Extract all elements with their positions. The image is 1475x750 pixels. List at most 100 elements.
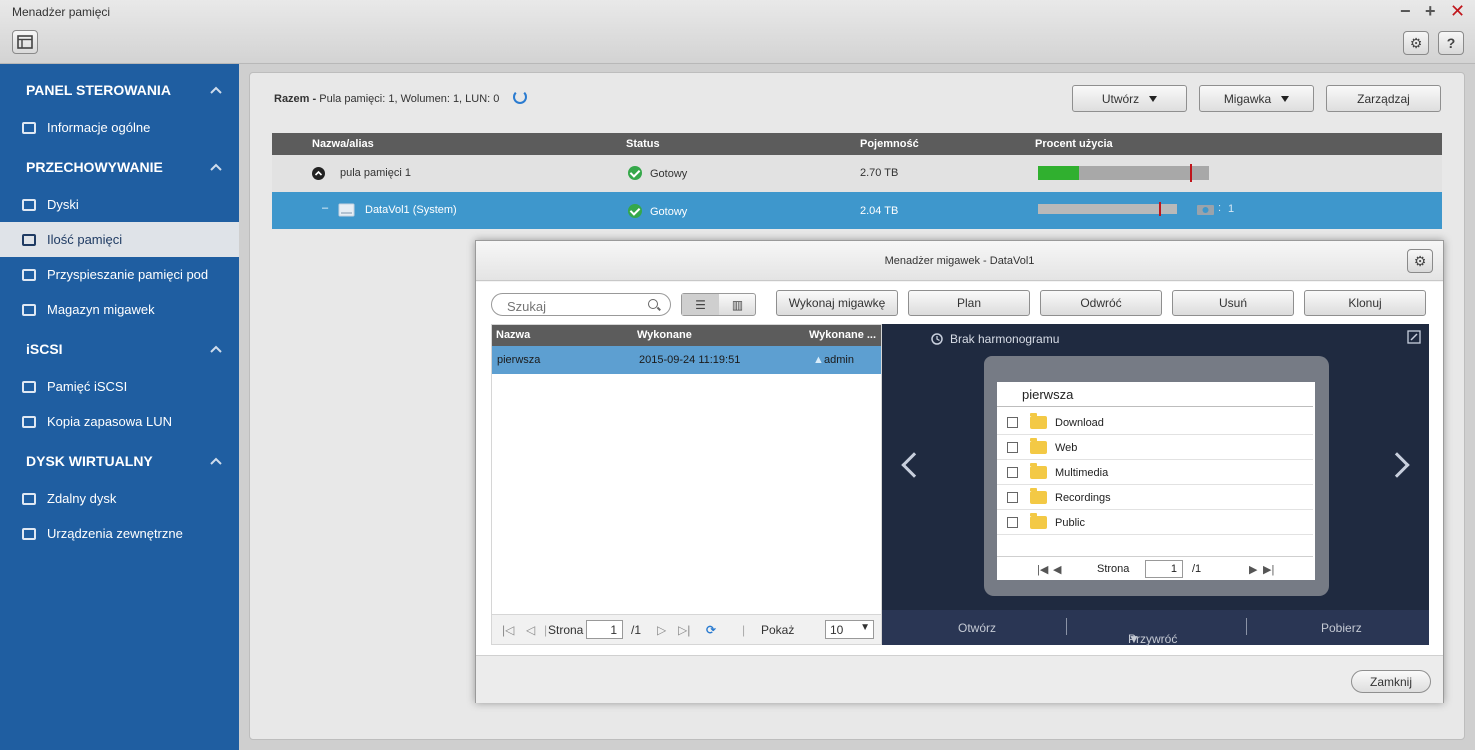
revert-button[interactable]: Odwróć [1040,290,1162,316]
chevron-left-icon[interactable] [901,452,927,478]
list-item[interactable]: Multimedia [997,460,1313,485]
chevron-up-icon[interactable] [210,161,222,173]
chevron-right-icon[interactable] [1384,452,1410,478]
clone-button[interactable]: Klonuj [1304,290,1426,316]
sidebar-section-virtual-disk[interactable]: DYSK WIRTUALNY [26,453,153,469]
prev-page-icon[interactable]: ◁ [526,623,535,637]
close-window-button[interactable]: ✕ [1450,2,1465,20]
sidebar-panel-icon [17,35,33,49]
sidebar: PANEL STEROWANIA Informacje ogólne PRZEC… [0,64,239,750]
folder-icon [1030,438,1047,454]
status-ok-icon [628,204,642,218]
preview-actions: Otwórz Przywróć ▼ Pobierz [882,610,1429,646]
disk-icon [22,198,36,211]
search-input[interactable] [491,293,671,316]
help-button[interactable]: ? [1438,31,1464,55]
sidebar-item-disks[interactable]: Dyski [0,187,239,222]
first-page-icon[interactable]: |◁ [502,623,514,637]
folder-browser: pierwsza Download Web Multimedia Recordi… [997,382,1315,580]
cache-icon [22,268,36,281]
list-view-icon[interactable]: ☰ [682,294,719,315]
prev-page-icon[interactable]: ◀ [1053,563,1061,576]
status-ok-icon [628,166,642,180]
list-item[interactable]: Download [997,410,1313,435]
sidebar-item-storage[interactable]: Ilość pamięci [0,222,239,257]
snapshot-list: Nazwa Wykonane Wykonane ... pierwsza 201… [491,324,882,645]
sidebar-section-iscsi[interactable]: iSCSI [26,341,63,357]
chevron-up-icon[interactable] [210,455,222,467]
table-row-selected[interactable]: – DataVol1 (System) Gotowy 2.04 TB : 1 [272,192,1442,229]
first-page-icon[interactable]: |◀ [1037,563,1048,576]
storage-pool-table: Nazwa/alias Status Pojemność Procent uży… [272,133,1442,229]
next-page-icon[interactable]: ▶ [1249,563,1257,576]
folder-icon [1030,463,1047,479]
list-item[interactable]: Public [997,510,1313,535]
snapshot-manager-dialog: Menadżer migawek - DataVol1 ⚙ ☰ ▥ Wykona… [475,240,1444,703]
maximize-button[interactable]: + [1425,2,1436,20]
create-button[interactable]: Utwórz [1072,85,1187,112]
view-toggle[interactable]: ☰ ▥ [681,293,756,316]
next-page-icon[interactable]: ▷ [657,623,666,637]
sidebar-item-iscsi-storage[interactable]: Pamięć iSCSI [0,369,239,404]
threshold-marker [1190,164,1193,182]
chevron-up-icon[interactable] [210,84,222,96]
checkbox[interactable] [1007,417,1018,428]
list-item[interactable]: Recordings [997,485,1313,510]
search-icon[interactable] [648,299,658,309]
last-page-icon[interactable]: ▶| [1263,563,1274,576]
checkbox[interactable] [1007,467,1018,478]
sidebar-item-cache[interactable]: Przyspieszanie pamięci pod [0,257,239,292]
snapshot-count: 1 [1228,203,1235,215]
sidebar-item-lun-backup[interactable]: Kopia zapasowa LUN [0,404,239,439]
dialog-header: Menadżer migawek - DataVol1 ⚙ [476,241,1443,281]
refresh-icon[interactable]: ⟳ [706,623,716,637]
open-button[interactable]: Otwórz [958,621,996,635]
dialog-title: Menadżer migawek - DataVol1 [884,255,1035,267]
settings-button[interactable]: ⚙ [1403,31,1429,55]
caret-down-icon: ▼ [1128,632,1140,646]
dialog-footer: Zamknij [476,655,1443,703]
sidebar-item-overview[interactable]: Informacje ogólne [0,110,239,145]
page-input[interactable]: 1 [586,620,623,639]
list-item[interactable]: pierwsza 2015-09-24 11:19:51 ▲ admin [492,346,881,374]
refresh-icon[interactable] [513,90,527,104]
last-page-icon[interactable]: ▷| [678,623,690,637]
sidebar-item-external-devices[interactable]: Urządzenia zewnętrzne [0,516,239,551]
dialog-body: ☰ ▥ Wykonaj migawkę Plan Odwróć Usuń Klo… [476,282,1443,655]
snapshot-button[interactable]: Migawka [1199,85,1314,112]
expand-icon[interactable] [1407,330,1421,344]
schedule-button[interactable]: Plan [908,290,1030,316]
checkbox[interactable] [1007,442,1018,453]
list-item[interactable]: Web [997,435,1313,460]
page-size-select[interactable]: 10 ▼ [825,620,874,639]
folder-icon [1030,413,1047,429]
gear-icon: ⚙ [1409,34,1423,51]
checkbox[interactable] [1007,517,1018,528]
download-button[interactable]: Pobierz [1321,621,1362,635]
folder-pager: |◀ ◀ Strona 1 /1 ▶ ▶| [997,556,1313,580]
list-pager: |◁ ◁ | Strona 1 /1 ▷ ▷| ⟳ | Pokaż 10 ▼ [492,614,881,644]
user-icon: ▲ [813,354,824,366]
window-titlebar: Menadżer pamięci − + ✕ ⚙ ? [0,0,1475,64]
chevron-up-icon[interactable] [210,343,222,355]
sidebar-item-remote-disk[interactable]: Zdalny dysk [0,481,239,516]
sidebar-section-storage[interactable]: PRZECHOWYWANIE [26,159,163,175]
delete-button[interactable]: Usuń [1172,290,1294,316]
toggle-sidebar-button[interactable] [12,30,38,54]
timeline-view-icon[interactable]: ▥ [719,294,756,315]
table-row[interactable]: pula pamięci 1 Gotowy 2.70 TB [272,155,1442,192]
dialog-settings-button[interactable]: ⚙ [1407,249,1433,273]
manage-button[interactable]: Zarządzaj [1326,85,1441,112]
table-header: Nazwa Wykonane Wykonane ... [492,325,881,346]
sidebar-section-panel[interactable]: PANEL STEROWANIA [26,82,171,98]
checkbox[interactable] [1007,492,1018,503]
clock-icon [931,333,943,345]
collapse-icon[interactable] [312,167,325,180]
chevron-down-icon: ▼ [860,622,870,633]
iscsi-icon [22,380,36,393]
close-dialog-button[interactable]: Zamknij [1351,670,1431,693]
page-input[interactable]: 1 [1145,560,1183,578]
sidebar-item-snapshot-vault[interactable]: Magazyn migawek [0,292,239,327]
take-snapshot-button[interactable]: Wykonaj migawkę [776,290,898,316]
minimize-button[interactable]: − [1400,2,1411,20]
